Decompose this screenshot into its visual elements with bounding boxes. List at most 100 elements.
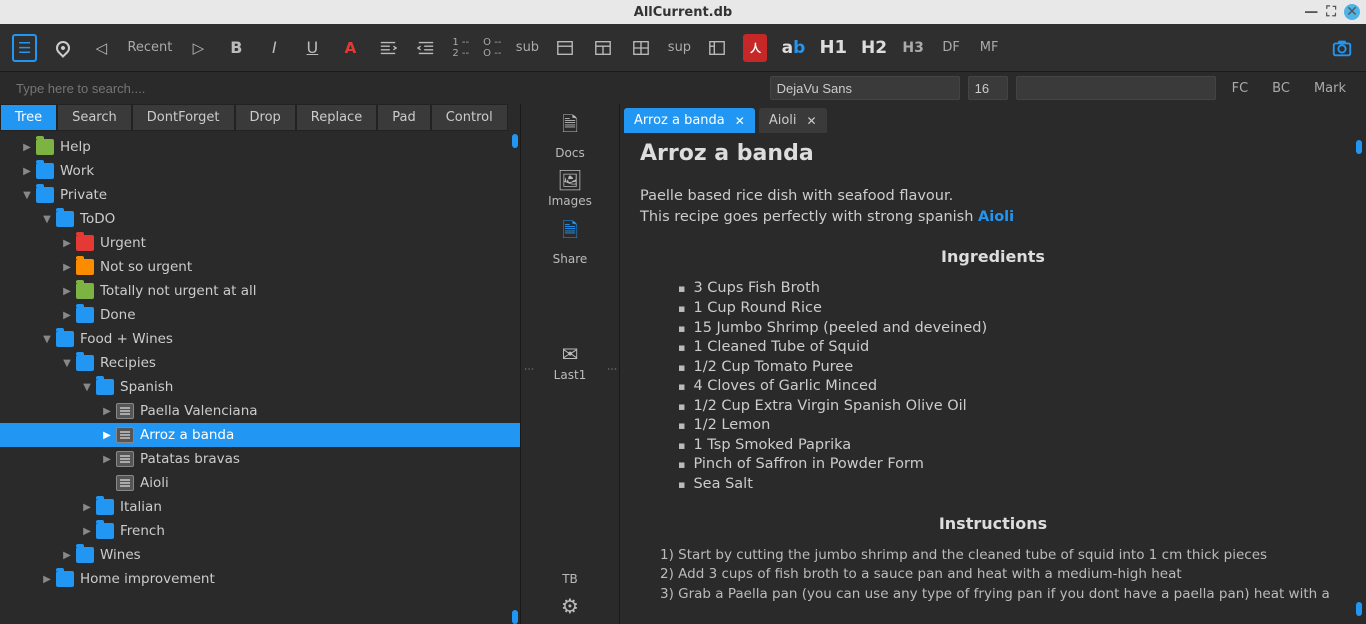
content-scrollbar[interactable] (1356, 602, 1362, 616)
pdf-icon[interactable]: 人 (743, 34, 767, 62)
document-icon (116, 475, 134, 491)
image-icon: 🖼 (557, 168, 582, 192)
tree-item-french[interactable]: ▶French (0, 519, 520, 543)
list-item: 2) Add 3 cups of fish broth to a sauce p… (660, 565, 1346, 583)
tree-item-notsourgent[interactable]: ▶Not so urgent (0, 255, 520, 279)
heading2-button[interactable]: H2 (861, 34, 887, 62)
instructions-list: 1) Start by cutting the jumbo shrimp and… (640, 546, 1346, 603)
minimize-button[interactable]: — (1304, 4, 1318, 20)
subscript-button[interactable]: sub (515, 34, 539, 62)
close-tab-icon[interactable]: ✕ (807, 114, 817, 128)
style-input[interactable] (1016, 76, 1216, 100)
italic-button[interactable]: I (262, 34, 286, 62)
list-item: 3 Cups Fish Broth (678, 279, 1346, 299)
tree-item-spanish[interactable]: ▼Spanish (0, 375, 520, 399)
underline-button[interactable]: U (300, 34, 324, 62)
tree-item-totallynot[interactable]: ▶Totally not urgent at all (0, 279, 520, 303)
tree-scrollbar[interactable] (512, 134, 518, 148)
tab-pad[interactable]: Pad (377, 104, 430, 131)
bc-button[interactable]: BC (1264, 81, 1298, 96)
content-pane: Arroz a banda ✕ Aioli ✕ Arroz a banda Pa… (620, 104, 1366, 624)
tree-item-paella[interactable]: ▶Paella Valenciana (0, 399, 520, 423)
tree-item-urgent[interactable]: ▶Urgent (0, 231, 520, 255)
aioli-link[interactable]: Aioli (978, 209, 1014, 225)
tree-item-recipies[interactable]: ▼Recipies (0, 351, 520, 375)
last1-button[interactable]: ✉ Last1 (554, 342, 587, 382)
doc-lead1: Paelle based rice dish with seafood flav… (640, 187, 1346, 207)
search-bar: FC BC Mark (0, 72, 1366, 104)
menu-icon[interactable]: ☰ (12, 34, 37, 62)
tree-item-todo[interactable]: ▼ToDO (0, 207, 520, 231)
view-tabs: Tree Search DontForget Drop Replace Pad … (0, 104, 520, 131)
tree-item-patatas[interactable]: ▶Patatas bravas (0, 447, 520, 471)
settings-button[interactable]: ⚙ (561, 594, 579, 618)
tree-scrollbar[interactable] (512, 610, 518, 624)
list-item: 1 Cleaned Tube of Squid (678, 338, 1346, 358)
tree-item-homeimprovement[interactable]: ▶Home improvement (0, 567, 520, 591)
share-button[interactable]: 🗎 Share (553, 216, 588, 266)
tab-control[interactable]: Control (431, 104, 508, 131)
window-title: AllCurrent.db (634, 5, 732, 20)
content-scrollbar[interactable] (1356, 140, 1362, 154)
images-button[interactable]: 🖼 Images (548, 168, 592, 208)
superscript-button[interactable]: sup (667, 34, 691, 62)
font-family-input[interactable] (770, 76, 960, 100)
recent-button[interactable]: Recent (127, 34, 172, 62)
doc-tab-aioli[interactable]: Aioli ✕ (759, 108, 827, 133)
camera-icon[interactable] (1330, 34, 1354, 62)
share-icon: 🗎 (562, 216, 578, 250)
indent-left-icon[interactable] (376, 34, 400, 62)
list-item: Sea Salt (678, 475, 1346, 495)
tab-tree[interactable]: Tree (0, 104, 57, 131)
location-icon[interactable] (51, 34, 75, 62)
tree-item-done[interactable]: ▶Done (0, 303, 520, 327)
maximize-button[interactable]: ⛶ (1326, 4, 1336, 20)
tab-search[interactable]: Search (57, 104, 132, 131)
mf-button[interactable]: MF (977, 34, 1001, 62)
forward-icon[interactable]: ▷ (186, 34, 210, 62)
list-item: 3) Grab a Paella pan (you can use any ty… (660, 585, 1346, 603)
bold-button[interactable]: B (224, 34, 248, 62)
mark-button[interactable]: Mark (1306, 81, 1354, 96)
resize-handle-left[interactable]: ⋮ (523, 364, 534, 375)
layout-3-icon[interactable] (629, 34, 653, 62)
search-input[interactable] (12, 76, 512, 100)
tree-item-aioli[interactable]: Aioli (0, 471, 520, 495)
tree-item-work[interactable]: ▶Work (0, 159, 520, 183)
tree-item-help[interactable]: ▶Help (0, 135, 520, 159)
document-body[interactable]: Arroz a banda Paelle based rice dish wit… (620, 133, 1366, 624)
text-color-button[interactable]: A (338, 34, 362, 62)
tb-label: TB (562, 572, 578, 586)
close-tab-icon[interactable]: ✕ (735, 114, 745, 128)
tree-item-foodwines[interactable]: ▼Food + Wines (0, 327, 520, 351)
window-titlebar: AllCurrent.db — ⛶ ✕ (0, 0, 1366, 24)
find-replace-icon[interactable]: ab (781, 34, 805, 62)
bullet-list-button[interactable]: O --O -- (483, 37, 501, 59)
font-size-input[interactable] (968, 76, 1008, 100)
heading3-button[interactable]: H3 (901, 34, 925, 62)
tab-dontforget[interactable]: DontForget (132, 104, 235, 131)
mail-icon: ✉ (562, 342, 579, 366)
tree-item-arroz[interactable]: ▶Arroz a banda (0, 423, 520, 447)
tab-replace[interactable]: Replace (296, 104, 377, 131)
numbered-list-button[interactable]: 1 --2 -- (452, 37, 469, 59)
layout-1-icon[interactable] (553, 34, 577, 62)
back-icon[interactable]: ◁ (89, 34, 113, 62)
list-item: 1) Start by cutting the jumbo shrimp and… (660, 546, 1346, 564)
close-button[interactable]: ✕ (1344, 4, 1360, 20)
heading1-button[interactable]: H1 (819, 34, 847, 62)
tree-item-italian[interactable]: ▶Italian (0, 495, 520, 519)
tab-drop[interactable]: Drop (235, 104, 296, 131)
df-button[interactable]: DF (939, 34, 963, 62)
tree-item-private[interactable]: ▼Private (0, 183, 520, 207)
docs-button[interactable]: 🗎 Docs (555, 110, 584, 160)
list-item: 1 Cup Round Rice (678, 299, 1346, 319)
list-item: Pinch of Saffron in Powder Form (678, 455, 1346, 475)
resize-handle-right[interactable]: ⋮ (606, 364, 617, 375)
tree-item-wines[interactable]: ▶Wines (0, 543, 520, 567)
layout-4-icon[interactable] (705, 34, 729, 62)
doc-tab-arroz[interactable]: Arroz a banda ✕ (624, 108, 755, 133)
indent-right-icon[interactable] (414, 34, 438, 62)
fc-button[interactable]: FC (1224, 81, 1257, 96)
layout-2-icon[interactable] (591, 34, 615, 62)
